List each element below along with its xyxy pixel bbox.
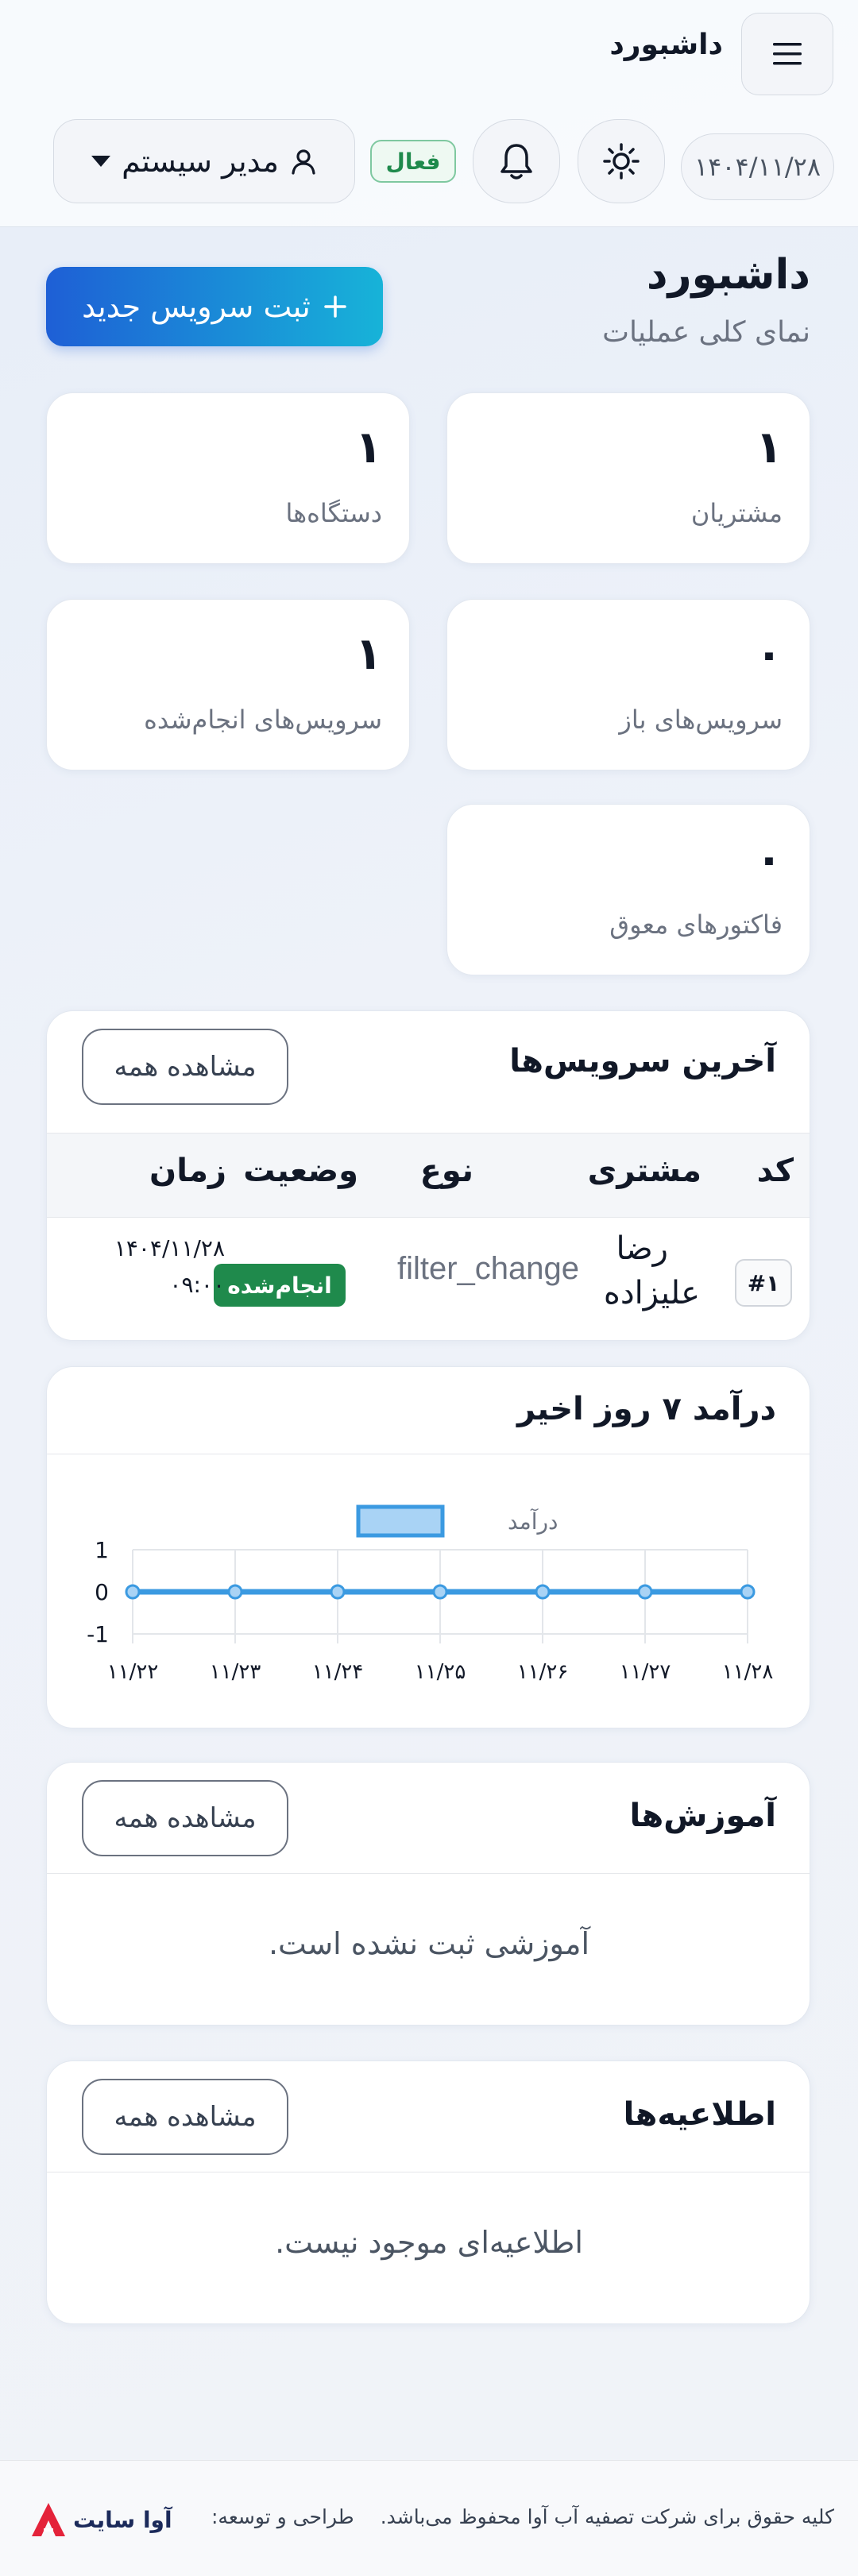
x-tick-label: ۱۱/۲۴ (312, 1660, 364, 1684)
x-tick-label: ۱۱/۲۸ (722, 1660, 774, 1684)
recent-services-panel: آخرین سرویس‌ها مشاهده همه کد مشتری نوع و… (46, 1010, 810, 1341)
y-tick-label: 1 (95, 1537, 109, 1563)
theme-toggle-button[interactable] (578, 119, 665, 203)
user-menu-button[interactable]: مدیر سیستم (53, 119, 355, 203)
column-header: نوع (419, 1153, 473, 1189)
y-tick-label: 0 (95, 1579, 109, 1605)
customer-last-name: علیزاده (603, 1275, 700, 1311)
stat-label: سرویس‌های انجام‌شده (144, 705, 382, 735)
trainings-panel: آموزش‌ها مشاهده همه آموزشی ثبت نشده است. (46, 1762, 810, 2026)
column-header: مشتری (587, 1153, 701, 1189)
x-tick-label: ۱۱/۲۲ (107, 1660, 159, 1684)
ava-site-logo[interactable]: آوا سایت (29, 2497, 187, 2542)
status-badge: فعال (370, 140, 456, 183)
logo-text: آوا سایت (73, 2506, 172, 2533)
customer-first-name: رضا (616, 1230, 668, 1267)
y-tick-label: -1 (87, 1621, 109, 1647)
stat-label: دستگاه‌ها (285, 498, 382, 528)
stat-card-open-services[interactable]: ۰ سرویس‌های باز (446, 599, 810, 770)
user-icon (292, 149, 315, 175)
service-id-badge[interactable]: #۱ (735, 1259, 792, 1307)
stat-value: ۱ (755, 422, 783, 473)
stat-label: فاکتورهای معوق (609, 910, 783, 940)
ava-logo-icon (32, 2503, 65, 2536)
stat-label: مشتریان (690, 498, 783, 528)
revenue-line-chart: درآمد 1 0 -1 ۱۱/۲۲ ۱۱/۲۳ ۱۱/۲۴ ۱۱/۲۵ ۱۱/۲۶ ۱۱/۲۷ ۱… (87, 1504, 774, 1684)
data-point (432, 1584, 448, 1600)
new-service-button[interactable]: ثبت سرویس جدید (46, 267, 383, 346)
empty-state-text: آموزشی ثبت نشده است. (268, 1926, 590, 1961)
legend-swatch (356, 1504, 445, 1538)
revenue-panel: درآمد ۷ روز اخیر درآمد 1 0 -1 ۱۱/۲۲ ۱۱/۲۳ ۱۱/۲… (46, 1366, 810, 1728)
service-status-badge: انجام‌شده (214, 1264, 346, 1307)
data-point (330, 1584, 346, 1600)
panel-title: اطلاعیه‌ها (623, 2096, 776, 2133)
footer-design-label: طراحی و توسعه: (211, 2505, 354, 2528)
page-title: داشبورد (646, 251, 810, 299)
stat-value: ۰ (755, 833, 783, 885)
stat-card-completed-services[interactable]: ۱ سرویس‌های انجام‌شده (46, 599, 410, 770)
service-date: ۱۴۰۴/۱۱/۲۸ (114, 1235, 225, 1261)
column-header: وضعیت (243, 1153, 358, 1189)
data-point (637, 1584, 653, 1600)
stat-value: ۱ (354, 422, 382, 473)
column-header: زمان (149, 1153, 226, 1189)
data-point (740, 1584, 756, 1600)
panel-title: آموزش‌ها (629, 1798, 776, 1834)
app-title: داشبورد (609, 29, 723, 61)
top-bar: داشبورد ۱۴۰۴/۱۱/۲۸ فعال مدیر سیستم (0, 0, 858, 227)
footer: کلیه حقوق برای شرکت تصفیه آب آوا محفوظ م… (0, 2460, 858, 2576)
sun-icon (603, 143, 640, 180)
x-tick-label: ۱۱/۲۵ (415, 1660, 466, 1684)
panel-header: اطلاعیه‌ها مشاهده همه (47, 2061, 810, 2172)
x-tick-label: ۱۱/۲۳ (210, 1660, 261, 1684)
service-type: filter_change (396, 1251, 579, 1286)
panel-title: آخرین سرویس‌ها (509, 1043, 776, 1079)
service-time: ۰۹:۰۰ (169, 1272, 225, 1298)
stat-value: ۱ (354, 628, 382, 680)
stat-label: سرویس‌های باز (619, 705, 783, 735)
data-point (125, 1584, 141, 1600)
caret-down-icon (91, 156, 111, 167)
stat-card-overdue-invoices[interactable]: ۰ فاکتورهای معوق (446, 804, 810, 975)
panel-header: درآمد ۷ روز اخیر (47, 1367, 810, 1454)
footer-copyright: کلیه حقوق برای شرکت تصفیه آب آوا محفوظ م… (380, 2505, 834, 2528)
page-subtitle: نمای کلی عملیات (602, 316, 810, 349)
stat-card-devices[interactable]: ۱ دستگاه‌ها (46, 392, 410, 564)
menu-icon (773, 43, 802, 65)
view-all-trainings-button[interactable]: مشاهده همه (82, 1780, 288, 1856)
data-point (535, 1584, 551, 1600)
column-header: کد (756, 1153, 794, 1189)
legend-label: درآمد (508, 1508, 558, 1535)
view-all-announcements-button[interactable]: مشاهده همه (82, 2079, 288, 2155)
stat-card-customers[interactable]: ۱ مشتریان (446, 392, 810, 564)
stat-value: ۰ (755, 628, 783, 680)
panel-header: آموزش‌ها مشاهده همه (47, 1763, 810, 1874)
notifications-button[interactable] (473, 119, 560, 203)
view-all-services-button[interactable]: مشاهده همه (82, 1029, 288, 1105)
user-name: مدیر سیستم (122, 144, 279, 179)
menu-button[interactable] (741, 13, 833, 95)
x-tick-label: ۱۱/۲۶ (517, 1660, 569, 1684)
table-header: کد مشتری نوع وضعیت زمان (47, 1134, 810, 1218)
x-tick-label: ۱۱/۲۷ (620, 1660, 671, 1684)
date-display: ۱۴۰۴/۱۱/۲۸ (681, 133, 834, 200)
panel-title: درآمد ۷ روز اخیر (516, 1391, 776, 1427)
panel-header: آخرین سرویس‌ها مشاهده همه (47, 1011, 810, 1134)
data-point (227, 1584, 243, 1600)
new-service-label: ثبت سرویس جدید (82, 289, 311, 324)
empty-state-text: اطلاعیه‌ای موجود نیست. (275, 2225, 583, 2260)
bell-icon (500, 144, 532, 180)
plus-icon (324, 295, 346, 318)
announcements-panel: اطلاعیه‌ها مشاهده همه اطلاعیه‌ای موجود ن… (46, 2060, 810, 2324)
